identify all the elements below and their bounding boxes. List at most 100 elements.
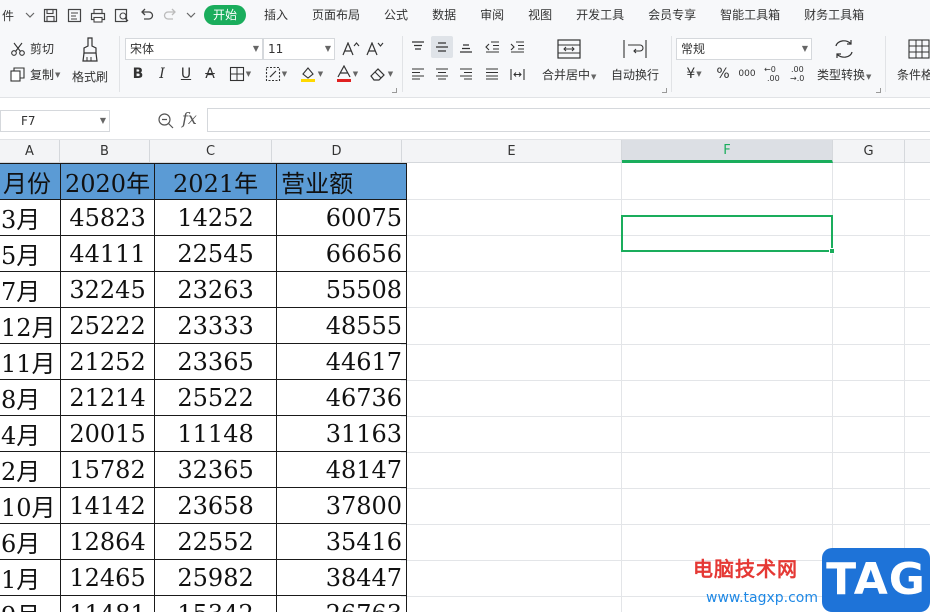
active-cell-cursor[interactable]	[621, 215, 833, 252]
cell-month[interactable]: 4月	[0, 415, 61, 452]
cell-month[interactable]: 1月	[0, 559, 61, 596]
tab-insert[interactable]: 插入	[252, 0, 300, 30]
font-size-select[interactable]: 11 ▼	[263, 38, 335, 60]
copy-dropdown-icon[interactable]: ▼	[55, 71, 60, 79]
cell-2020[interactable]: 45823	[59, 199, 156, 236]
cell-revenue[interactable]: 26763	[276, 595, 408, 612]
strikethrough-icon[interactable]: A	[199, 63, 221, 85]
column-header-h[interactable]	[905, 140, 930, 163]
cell-2021[interactable]: 23365	[154, 343, 278, 380]
number-format-select[interactable]: 常规 ▼	[676, 38, 812, 60]
decrease-indent-icon[interactable]	[481, 36, 503, 58]
tab-finance-toolbox[interactable]: 财务工具箱	[792, 0, 876, 30]
chevron-down-icon[interactable]	[22, 0, 38, 30]
conditional-format-button[interactable]: 条件格	[897, 38, 930, 83]
number-dialog-launcher-icon[interactable]	[876, 88, 881, 93]
cell-style-icon[interactable]: ▼	[261, 63, 291, 85]
cell-2021[interactable]: 23333	[154, 307, 278, 344]
currency-format-icon[interactable]: ¥ ▼	[679, 63, 709, 85]
print-icon[interactable]	[86, 0, 110, 30]
italic-icon[interactable]: I	[151, 63, 173, 85]
copy-button[interactable]: 复制 ▼	[10, 66, 60, 83]
formula-input[interactable]	[207, 108, 930, 132]
align-top-icon[interactable]	[407, 36, 429, 58]
decrease-decimal-icon[interactable]: .00 →.0	[788, 63, 812, 85]
cell-2021[interactable]: 14252	[154, 199, 278, 236]
align-right-icon[interactable]	[455, 63, 477, 85]
cell-revenue[interactable]: 48555	[276, 307, 408, 344]
cell-2021[interactable]: 25522	[154, 379, 278, 416]
column-header-a[interactable]: A	[0, 140, 60, 163]
export-pdf-icon[interactable]	[62, 0, 86, 30]
cell-2020[interactable]: 32245	[59, 271, 156, 308]
header-cell-2020[interactable]: 2020年	[59, 163, 156, 200]
cell-month[interactable]: 9月	[0, 595, 61, 612]
tab-review[interactable]: 审阅	[468, 0, 516, 30]
header-cell-month[interactable]: 月份	[0, 163, 61, 200]
align-bottom-icon[interactable]	[455, 36, 477, 58]
column-header-d[interactable]: D	[272, 140, 402, 163]
column-header-c[interactable]: C	[150, 140, 272, 163]
font-color-icon[interactable]: ▼	[332, 63, 362, 85]
cell-revenue[interactable]: 48147	[276, 451, 408, 488]
font-dialog-launcher-icon[interactable]	[392, 88, 397, 93]
cell-2020[interactable]: 11481	[59, 595, 156, 612]
insert-function-icon[interactable]: fx	[182, 109, 197, 128]
cell-2021[interactable]: 22552	[154, 523, 278, 560]
fill-color-icon[interactable]: ▼	[296, 63, 326, 85]
align-center-icon[interactable]	[431, 63, 453, 85]
cell-month[interactable]: 5月	[0, 235, 61, 272]
column-header-f[interactable]: F	[622, 140, 833, 163]
cell-2021[interactable]: 23658	[154, 487, 278, 524]
undo-icon[interactable]	[134, 0, 158, 30]
zoom-icon[interactable]	[157, 112, 175, 130]
font-family-select[interactable]: 宋体 ▼	[125, 38, 263, 60]
alignment-dialog-launcher-icon[interactable]	[662, 88, 667, 93]
cell-2021[interactable]: 15342	[154, 595, 278, 612]
cell-revenue[interactable]: 55508	[276, 271, 408, 308]
increase-font-size-icon[interactable]	[340, 38, 362, 60]
tab-data[interactable]: 数据	[420, 0, 468, 30]
cell-revenue[interactable]: 66656	[276, 235, 408, 272]
cell-revenue[interactable]: 46736	[276, 379, 408, 416]
distributed-align-icon[interactable]	[506, 63, 528, 85]
cell-2020[interactable]: 21252	[59, 343, 156, 380]
cell-revenue[interactable]: 44617	[276, 343, 408, 380]
bold-icon[interactable]: B	[127, 63, 149, 85]
clear-format-icon[interactable]: ▼	[366, 63, 396, 85]
merge-center-button[interactable]: 合并居中▼	[542, 38, 596, 83]
cell-month[interactable]: 2月	[0, 451, 61, 488]
thousands-separator-icon[interactable]: 000	[736, 63, 758, 85]
name-box[interactable]: F7 ▼	[0, 110, 110, 132]
cell-month[interactable]: 11月	[0, 343, 61, 380]
save-icon[interactable]	[38, 0, 62, 30]
cell-revenue[interactable]: 38447	[276, 559, 408, 596]
cell-2020[interactable]: 20015	[59, 415, 156, 452]
cell-2020[interactable]: 44111	[59, 235, 156, 272]
cut-button[interactable]: 剪切	[10, 40, 54, 57]
cell-revenue[interactable]: 31163	[276, 415, 408, 452]
header-cell-revenue[interactable]: 营业额	[276, 163, 408, 200]
tab-formulas[interactable]: 公式	[372, 0, 420, 30]
cell-month[interactable]: 8月	[0, 379, 61, 416]
type-convert-button[interactable]: 类型转换▼	[817, 38, 871, 83]
file-menu[interactable]: 件	[0, 7, 22, 24]
underline-icon[interactable]: U	[175, 63, 197, 85]
tab-smart-toolbox[interactable]: 智能工具箱	[708, 0, 792, 30]
cell-month[interactable]: 3月	[0, 199, 61, 236]
tab-view[interactable]: 视图	[516, 0, 564, 30]
cell-month[interactable]: 7月	[0, 271, 61, 308]
cell-2021[interactable]: 25982	[154, 559, 278, 596]
cell-2020[interactable]: 15782	[59, 451, 156, 488]
tab-developer[interactable]: 开发工具	[564, 0, 636, 30]
column-header-e[interactable]: E	[402, 140, 622, 163]
borders-icon[interactable]: ▼	[225, 63, 255, 85]
increase-decimal-icon[interactable]: ←0.00	[762, 63, 786, 85]
column-header-b[interactable]: B	[60, 140, 150, 163]
cell-2020[interactable]: 12465	[59, 559, 156, 596]
cell-month[interactable]: 12月	[0, 307, 61, 344]
align-left-icon[interactable]	[407, 63, 429, 85]
cell-month[interactable]: 10月	[0, 487, 61, 524]
cell-revenue[interactable]: 60075	[276, 199, 408, 236]
quick-access-more-icon[interactable]	[182, 0, 200, 30]
